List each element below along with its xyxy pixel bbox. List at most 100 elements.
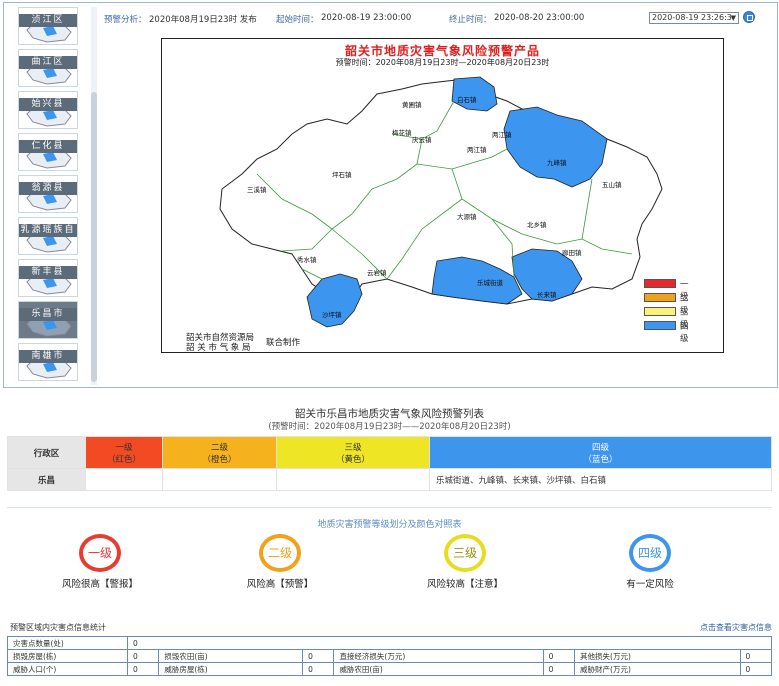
header-level-3: 三级 （黄色）	[276, 436, 430, 469]
thumbnail-label: 曲江区	[19, 56, 77, 69]
legend-swatch	[644, 307, 676, 316]
town-label: 长来镇	[537, 291, 557, 299]
level-badge-item: 四级 有一定风险	[590, 534, 710, 590]
thumbnail-item[interactable]: 乐昌市	[18, 301, 78, 339]
map-panel: 浈江区曲江区始兴县仁化县翁源县乳源瑶族自新丰县乐昌市南雄市 预警分析： 2020…	[3, 2, 778, 388]
header-level-1: 一级 （红色）	[85, 436, 163, 469]
level-badge-item: 二级 风险高【预警】	[220, 534, 340, 590]
level-badge-text: 四级	[633, 538, 667, 568]
legend-swatch	[644, 293, 676, 302]
forecast-value: 2020年08月19日23时 发布	[149, 15, 257, 25]
row-level-3	[276, 468, 430, 491]
level-badge-item: 三级风险较高【注意】	[405, 534, 525, 590]
level-description: 风险高【预警】	[246, 579, 314, 590]
row-region: 乐昌	[7, 468, 86, 491]
chevron-down-icon: ▼	[730, 14, 736, 22]
credit-joint: 联合制作	[266, 338, 301, 348]
thumbnail-label: 新丰县	[19, 266, 77, 279]
town-label: 乐城街道	[477, 279, 503, 287]
thumbnail-label: 仁化县	[19, 140, 77, 153]
header-level-4: 四级 （蓝色）	[429, 436, 772, 469]
thumbnail-list: 浈江区曲江区始兴县仁化县翁源县乳源瑶族自新丰县乐昌市南雄市	[14, 7, 84, 385]
thumbnail-item[interactable]: 南雄市	[18, 343, 78, 381]
stat-value: 0	[739, 649, 773, 663]
level-description: 风险较高【注意】	[426, 579, 503, 590]
thumbnail-label: 浈江区	[19, 14, 77, 27]
town-label: 五山镇	[602, 181, 622, 189]
level-name: 三级	[344, 442, 362, 453]
warning-map: 韶关市地质灾害气象风险预警产品 预警时间：2020年08月19日23时—2020…	[161, 38, 724, 353]
stat-label: 损毁农田(亩)	[158, 649, 304, 663]
town-label: 两江镇	[492, 131, 512, 139]
level-name: 一级	[115, 442, 133, 453]
thumbnail-item[interactable]: 新丰县	[18, 259, 78, 297]
stat-label: 威胁财产(万元)	[574, 662, 741, 676]
thumbnail-scrollbar[interactable]	[91, 7, 97, 385]
hazard-info-link[interactable]: 点击查看灾害点信息	[700, 622, 772, 633]
level-badge-icon: 三级	[444, 534, 486, 572]
hazard-stats-table: 灾害点数量(处) 0 损毁房屋(栋) 0 损毁农田(亩) 0 直接经济损失(万元) 0 其他…	[7, 636, 773, 676]
stat-label: 威胁房屋(栋)	[158, 662, 304, 676]
start-time-label: 起始时间：	[276, 15, 319, 25]
date-select[interactable]: 2020-08-19 23:26:3 ▼	[649, 12, 739, 24]
thumbnail-item[interactable]: 浈江区	[18, 7, 78, 45]
town-label: 黄圃镇	[402, 101, 422, 109]
warning-level-table: 行政区 一级 （红色） 二级 （橙色） 三级 （黄色） 四级 （蓝色） 乐昌 乐城街道、…	[7, 436, 772, 491]
forecast-label: 预警分析：	[104, 15, 147, 25]
town-label: 沙坪镇	[322, 311, 342, 319]
thumbnail-label: 南雄市	[19, 350, 77, 363]
level-description: 有一定风险	[626, 579, 674, 590]
level-badge-text: 三级	[448, 538, 482, 568]
thumbnail-label: 始兴县	[19, 98, 77, 111]
town-label: 大源镇	[457, 213, 477, 221]
end-time-value: 2020-08-20 23:00:00	[494, 13, 585, 23]
thumbnail-item[interactable]: 翁源县	[18, 175, 78, 213]
header-region: 行政区	[7, 436, 86, 469]
town-label: 秀水镇	[297, 256, 317, 264]
list-title: 韶关市乐昌市地质灾害气象风险预警列表	[295, 408, 484, 420]
thumbnail-item[interactable]: 仁化县	[18, 133, 78, 171]
stat-value: 0	[302, 649, 335, 663]
row-level-4: 乐城街道、九峰镇、长来镇、沙坪镇、白石镇	[429, 468, 772, 491]
stat-value: 0	[302, 662, 335, 676]
row-level-1	[85, 468, 163, 491]
stat-value: 0	[542, 662, 576, 676]
thumbnail-item[interactable]: 始兴县	[18, 91, 78, 129]
refresh-icon[interactable]	[743, 11, 755, 23]
town-label: 两江镇	[467, 146, 487, 154]
thumbnail-label: 乳源瑶族自	[19, 224, 77, 237]
level-badge-icon: 二级	[259, 534, 301, 572]
town-label: 三溪镇	[247, 186, 267, 194]
stat-value: 0	[542, 649, 576, 663]
thumbnail-item[interactable]: 乳源瑶族自	[18, 217, 78, 255]
stat-value: 0	[126, 649, 160, 663]
level-color-name: （黄色）	[335, 454, 370, 465]
level-description: 风险很高【警报】	[61, 579, 138, 590]
stat-value: 0	[127, 636, 772, 650]
level-color-name: （红色）	[106, 454, 141, 465]
divider	[7, 507, 772, 508]
level-name: 四级	[591, 442, 609, 453]
town-label: 坪石镇	[332, 171, 352, 179]
legend-swatch	[644, 279, 676, 288]
stat-label: 威胁人口(个)	[7, 662, 128, 676]
town-label: 庆云镇	[412, 136, 432, 144]
level-badge-item: 一级风险很高【警报】	[40, 534, 160, 590]
scale-title: 地质灾害预警等级划分及颜色对照表	[317, 520, 462, 530]
stat-value: 0	[126, 662, 160, 676]
town-label: 九峰镇	[547, 159, 567, 167]
town-label: 廊田镇	[562, 249, 582, 257]
level-badge-text: 一级	[83, 538, 117, 568]
level-badge-icon: 四级	[629, 534, 671, 572]
level-color-name: （蓝色）	[583, 454, 618, 465]
scrollbar-thumb[interactable]	[91, 92, 97, 382]
thumbnail-item[interactable]: 曲江区	[18, 49, 78, 87]
stat-label: 威胁农田(亩)	[333, 662, 544, 676]
map-subtitle: 预警时间：2020年08月19日23时—2020年08月20日23时	[335, 58, 550, 67]
stat-label: 灾害点数量(处)	[7, 636, 128, 650]
stats-title: 预警区域内灾害点信息统计	[10, 623, 106, 632]
date-select-value: 2020-08-19 23:26:3	[652, 13, 732, 22]
town-label: 云岩镇	[367, 269, 387, 277]
thumbnail-label: 乐昌市	[19, 308, 77, 321]
level-color-name: （橙色）	[202, 454, 237, 465]
